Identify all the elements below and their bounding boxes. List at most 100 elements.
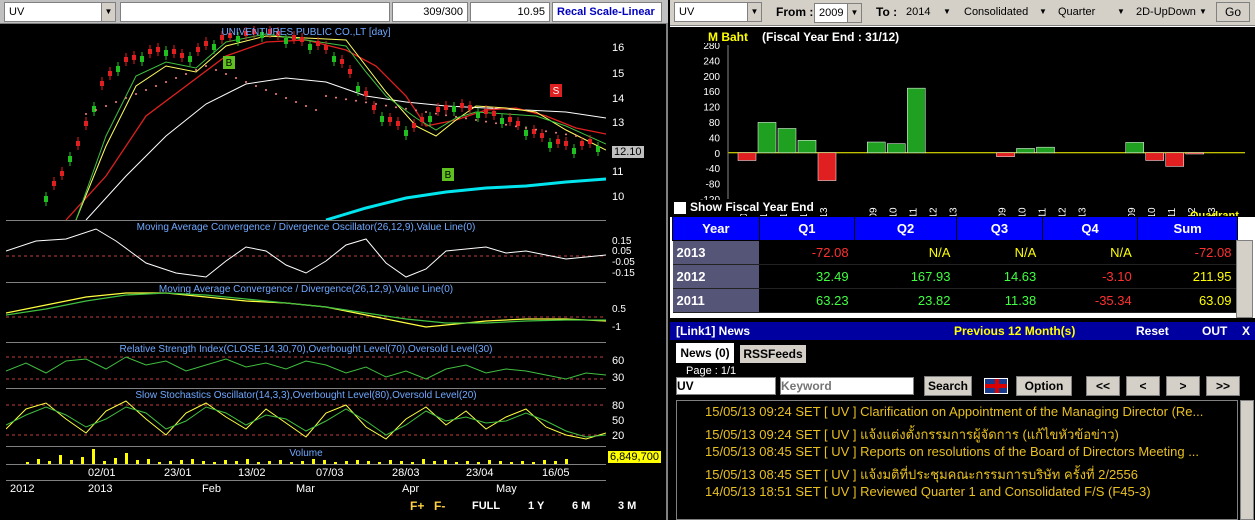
fin-chart-area: M Baht (Fiscal Year End : 31/12) 280 240 2… <box>670 27 1255 217</box>
news-item[interactable]: 15/05/13 08:45 SET [ UV ] แจ้งมติที่ประช… <box>705 464 1138 485</box>
fin-table: Year Q1 Q2 Q3 Q4 Sum 2013 -72.08 N/A N/A N/A… <box>672 216 1238 313</box>
news-close-button[interactable]: X <box>1242 324 1250 338</box>
month-label-mar: Mar <box>296 483 315 495</box>
volume-pane[interactable]: Volume <box>6 446 606 465</box>
candle-body <box>404 130 408 136</box>
nav-first-button[interactable]: << <box>1086 376 1120 396</box>
fin-cell-yr: 2013 <box>672 240 760 265</box>
chevron-down-icon[interactable]: ▼ <box>1196 3 1210 21</box>
fin-y-tick: 240 <box>703 56 720 67</box>
macd-oscillator-pane[interactable]: Moving Average Convergence / Divergence … <box>6 220 606 280</box>
candle-body <box>452 106 456 112</box>
news-item[interactable]: 15/05/13 09:24 SET [ UV ] Clarification … <box>705 404 1203 419</box>
fin-table-row[interactable]: 2013 -72.08 N/A N/A N/A -72.08 <box>672 240 1238 265</box>
fin-cell-q1: -72.08 <box>759 240 855 265</box>
chevron-down-icon[interactable]: ▼ <box>940 3 954 21</box>
sar-dot <box>445 114 447 117</box>
checkbox[interactable] <box>674 201 686 214</box>
go-button[interactable]: Go <box>1216 2 1250 22</box>
news-scrollbar[interactable] <box>1240 400 1254 520</box>
current-price-badge: 12.10 <box>612 146 644 158</box>
news-reset-button[interactable]: Reset <box>1136 324 1169 338</box>
fin-symbol-value: UV <box>679 6 695 18</box>
chevron-down-icon[interactable]: ▼ <box>101 3 115 21</box>
fin-bar <box>757 122 777 154</box>
candle-body <box>436 107 440 112</box>
chevron-down-icon[interactable]: ▼ <box>747 3 761 21</box>
candle-body <box>516 121 520 126</box>
sar-dot <box>485 120 487 123</box>
candle-body <box>460 103 464 108</box>
news-option-button[interactable]: Option <box>1016 376 1072 396</box>
type-select[interactable]: Consolidated ▼ <box>960 3 1050 23</box>
sar-dot <box>375 103 377 105</box>
sar-dot <box>275 93 277 95</box>
timeframe-3m[interactable]: 3 M <box>618 500 636 512</box>
sar-dot <box>255 85 257 87</box>
timeframe-full[interactable]: FULL <box>472 500 500 512</box>
recal-scale-button[interactable]: Recal Scale-Linear <box>552 2 662 22</box>
to-select[interactable]: 2014 ▼ <box>902 3 954 23</box>
news-item[interactable]: 15/05/13 08:45 SET [ UV ] Reports on res… <box>705 444 1199 459</box>
col-q4: Q4 <box>1041 216 1139 241</box>
candle-body <box>68 156 72 162</box>
candle-body <box>548 142 552 148</box>
fin-y-tick: 200 <box>703 72 720 83</box>
stochastics-pane[interactable]: Slow Stochastics Oscillator(14,3,3),Over… <box>6 388 606 444</box>
macd-pane[interactable]: Moving Average Convergence / Divergence(… <box>6 282 606 340</box>
price-label-15: 15 <box>612 68 625 80</box>
news-search-button[interactable]: Search <box>924 376 972 396</box>
news-keyword-input[interactable] <box>780 377 914 395</box>
tab-news[interactable]: News (0) <box>676 343 734 363</box>
fin-cell-q1: 63.23 <box>759 288 855 313</box>
sar-dot <box>425 111 427 113</box>
tab-rssfeeds[interactable]: RSSFeeds <box>740 345 806 363</box>
symbol-select[interactable]: UV ▼ <box>4 2 116 22</box>
nav-next-button[interactable]: > <box>1166 376 1200 396</box>
chevron-down-icon[interactable]: ▼ <box>1036 3 1050 21</box>
view-select[interactable]: 2D-UpDown ▼ <box>1132 3 1210 23</box>
sar-dot <box>405 107 407 110</box>
candle-body <box>188 56 192 62</box>
news-out-button[interactable]: OUT <box>1202 324 1227 338</box>
news-list: 15/05/13 09:24 SET [ UV ] Clarification … <box>676 400 1238 520</box>
nav-prev-button[interactable]: < <box>1126 376 1160 396</box>
period-select[interactable]: Quarter ▼ <box>1054 3 1128 23</box>
sar-dot <box>225 73 227 75</box>
sar-dot <box>495 122 497 125</box>
candle-body <box>132 55 136 60</box>
news-item[interactable]: 14/05/13 18:51 SET [ UV ] Reviewed Quart… <box>705 484 1151 499</box>
chevron-down-icon[interactable]: ▼ <box>1114 3 1128 21</box>
zoom-out-button[interactable]: F- <box>434 499 445 513</box>
zoom-in-button[interactable]: F+ <box>410 499 424 513</box>
rsi-label-60: 60 <box>612 355 625 367</box>
sar-dot <box>365 101 367 104</box>
nav-last-button[interactable]: >> <box>1206 376 1240 396</box>
rsi-pane[interactable]: Relative Strength Index(CLOSE,14,30,70),… <box>6 342 606 386</box>
news-symbol-input[interactable] <box>676 377 776 395</box>
date-label-1: 02/01 <box>88 467 116 479</box>
col-year: Year <box>672 216 760 241</box>
fin-table-row[interactable]: 2012 32.49 167.93 14.63 -3.10 211.95 <box>672 264 1238 289</box>
rsi-line <box>6 356 606 380</box>
timeframe-6m[interactable]: 6 M <box>572 500 590 512</box>
news-item[interactable]: 15/05/13 09:24 SET [ UV ] แจ้งแต่งตั้งกร… <box>705 424 1119 445</box>
candle-body <box>172 49 176 54</box>
candle-body <box>364 91 368 96</box>
sar-dot <box>515 125 517 128</box>
show-fiscal-option[interactable]: Show Fiscal Year End <box>674 200 814 214</box>
price-chart[interactable]: B B S UNIVENTURES PUBLIC CO.,LT [day] <box>6 26 606 220</box>
sar-dot <box>115 101 117 103</box>
fin-table-row[interactable]: 2011 63.23 23.82 11.38 -35.34 63.09 <box>672 288 1238 313</box>
fin-symbol-select[interactable]: UV ▼ <box>674 2 762 22</box>
candle-body <box>124 57 128 62</box>
fin-bar <box>1036 146 1055 154</box>
sar-dot <box>85 113 87 115</box>
from-select[interactable]: 2009 ▼ <box>814 3 862 23</box>
chevron-down-icon[interactable]: ▼ <box>847 4 861 22</box>
uk-flag-icon[interactable] <box>984 378 1008 394</box>
timeframe-toolbar: F+ F- FULL 1 Y 6 M 3 M <box>400 498 666 516</box>
timeframe-1y[interactable]: 1 Y <box>528 500 544 512</box>
sar-dot <box>545 130 547 133</box>
table-scrollbar[interactable] <box>1236 240 1253 318</box>
